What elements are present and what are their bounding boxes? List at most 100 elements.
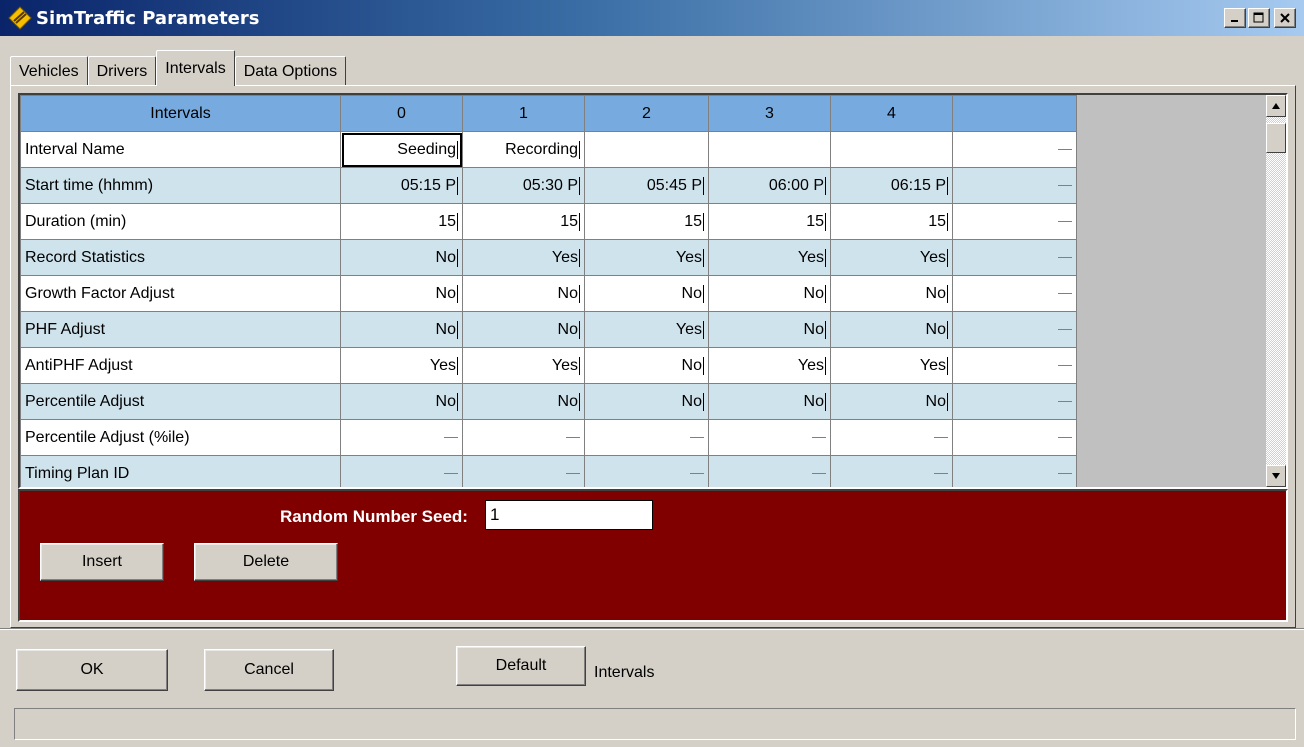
grid-cell[interactable] bbox=[462, 419, 585, 456]
tab-label: Drivers bbox=[96, 62, 148, 80]
grid-cell[interactable]: Yes bbox=[708, 347, 831, 384]
intervals-panel: Intervals 0 1 2 3 4 Interval Name Seeding… bbox=[10, 85, 1296, 628]
grid-cell[interactable]: Yes bbox=[340, 347, 463, 384]
grid-cell[interactable]: No bbox=[462, 311, 585, 348]
grid-cell[interactable] bbox=[462, 455, 585, 487]
cell-value: No bbox=[925, 392, 948, 411]
empty-dash bbox=[1058, 400, 1072, 402]
grid-cell[interactable]: No bbox=[830, 311, 953, 348]
header-interval-4[interactable]: 4 bbox=[830, 95, 953, 132]
grid-cell[interactable]: 06:15 P bbox=[830, 167, 953, 204]
close-button[interactable] bbox=[1274, 8, 1296, 28]
grid-cell[interactable]: 05:45 P bbox=[584, 167, 709, 204]
cell-value: No bbox=[557, 320, 580, 339]
grid-cell[interactable]: 15 bbox=[584, 203, 709, 240]
grid-cell[interactable] bbox=[708, 419, 831, 456]
grid-cell[interactable]: Yes bbox=[584, 239, 709, 276]
grid-cell[interactable] bbox=[830, 131, 953, 168]
grid-cell[interactable]: Yes bbox=[462, 239, 585, 276]
grid-cell[interactable]: No bbox=[462, 275, 585, 312]
grid-cell[interactable]: No bbox=[830, 383, 953, 420]
tab-vehicles[interactable]: Vehicles bbox=[10, 56, 88, 86]
grid-cell[interactable] bbox=[584, 419, 709, 456]
tab-drivers[interactable]: Drivers bbox=[87, 56, 157, 86]
grid-cell[interactable] bbox=[952, 383, 1077, 420]
grid-cell[interactable]: No bbox=[340, 275, 463, 312]
grid-cell[interactable]: Recording bbox=[462, 131, 585, 168]
grid-cell[interactable]: 05:30 P bbox=[462, 167, 585, 204]
tab-intervals[interactable]: Intervals bbox=[156, 50, 235, 86]
minimize-button[interactable] bbox=[1224, 8, 1246, 28]
grid-cell[interactable]: No bbox=[708, 275, 831, 312]
grid-cell[interactable]: No bbox=[584, 275, 709, 312]
cell-value: No bbox=[557, 284, 580, 303]
grid-cell[interactable]: 15 bbox=[830, 203, 953, 240]
grid-cell[interactable]: 15 bbox=[708, 203, 831, 240]
grid-cell[interactable]: No bbox=[340, 239, 463, 276]
separator bbox=[0, 628, 1304, 630]
header-interval-2[interactable]: 2 bbox=[584, 95, 709, 132]
table-row: Record Statistics No Yes Yes Yes Yes bbox=[20, 239, 1077, 276]
grid-cell[interactable]: Yes bbox=[462, 347, 585, 384]
grid-cell[interactable]: 15 bbox=[340, 203, 463, 240]
grid-cell[interactable]: Yes bbox=[584, 311, 709, 348]
grid-cell[interactable] bbox=[952, 311, 1077, 348]
insert-button[interactable]: Insert bbox=[40, 543, 164, 581]
grid-cell[interactable]: Yes bbox=[830, 347, 953, 384]
delete-button[interactable]: Delete bbox=[194, 543, 338, 581]
header-intervals[interactable]: Intervals bbox=[20, 95, 341, 132]
header-interval-1[interactable]: 1 bbox=[462, 95, 585, 132]
grid-cell[interactable]: No bbox=[708, 311, 831, 348]
grid-cell[interactable] bbox=[830, 419, 953, 456]
empty-dash bbox=[444, 472, 458, 474]
header-interval-0[interactable]: 0 bbox=[340, 95, 463, 132]
empty-dash bbox=[1058, 292, 1072, 294]
empty-dash bbox=[1058, 472, 1072, 474]
grid-cell[interactable] bbox=[952, 455, 1077, 487]
grid-cell[interactable] bbox=[952, 131, 1077, 168]
grid-cell[interactable] bbox=[830, 455, 953, 487]
grid-cell[interactable]: Yes bbox=[830, 239, 953, 276]
grid-cell[interactable] bbox=[340, 455, 463, 487]
tab-data-options[interactable]: Data Options bbox=[234, 56, 347, 86]
grid-cell[interactable] bbox=[952, 347, 1077, 384]
grid-cell[interactable] bbox=[952, 275, 1077, 312]
grid-cell[interactable] bbox=[708, 455, 831, 487]
minimize-icon bbox=[1231, 20, 1238, 22]
grid-cell[interactable]: No bbox=[584, 347, 709, 384]
grid-cell[interactable] bbox=[708, 131, 831, 168]
header-interval-new[interactable] bbox=[952, 95, 1077, 132]
scroll-thumb[interactable] bbox=[1266, 123, 1286, 153]
grid-cell[interactable] bbox=[952, 239, 1077, 276]
grid-cell[interactable] bbox=[952, 167, 1077, 204]
grid-vertical-scrollbar[interactable] bbox=[1266, 95, 1286, 487]
grid-cell[interactable] bbox=[340, 419, 463, 456]
header-interval-3[interactable]: 3 bbox=[708, 95, 831, 132]
grid-cell[interactable]: No bbox=[584, 383, 709, 420]
random-seed-input[interactable]: 1 bbox=[485, 500, 653, 530]
intervals-grid: Intervals 0 1 2 3 4 Interval Name Seeding… bbox=[18, 93, 1288, 489]
grid-cell[interactable]: Yes bbox=[708, 239, 831, 276]
cell-value: No bbox=[435, 320, 458, 339]
grid-cell[interactable] bbox=[584, 131, 709, 168]
grid-cell[interactable] bbox=[584, 455, 709, 487]
maximize-button[interactable] bbox=[1248, 8, 1270, 28]
grid-cell[interactable]: No bbox=[830, 275, 953, 312]
intervals-table: Intervals 0 1 2 3 4 Interval Name Seeding… bbox=[20, 95, 1077, 487]
grid-cell[interactable]: 06:00 P bbox=[708, 167, 831, 204]
grid-cell[interactable]: No bbox=[462, 383, 585, 420]
grid-cell[interactable]: Seeding bbox=[340, 131, 463, 168]
default-button[interactable]: Default bbox=[456, 646, 586, 686]
grid-cell[interactable]: 05:15 P bbox=[340, 167, 463, 204]
cell-value: 15 bbox=[806, 212, 826, 231]
ok-button[interactable]: OK bbox=[16, 649, 168, 691]
grid-cell[interactable] bbox=[952, 203, 1077, 240]
grid-cell[interactable]: No bbox=[340, 311, 463, 348]
cancel-button[interactable]: Cancel bbox=[204, 649, 334, 691]
grid-cell[interactable] bbox=[952, 419, 1077, 456]
scroll-up-button[interactable] bbox=[1266, 95, 1286, 117]
grid-cell[interactable]: No bbox=[340, 383, 463, 420]
grid-cell[interactable]: No bbox=[708, 383, 831, 420]
grid-cell[interactable]: 15 bbox=[462, 203, 585, 240]
scroll-down-button[interactable] bbox=[1266, 465, 1286, 487]
